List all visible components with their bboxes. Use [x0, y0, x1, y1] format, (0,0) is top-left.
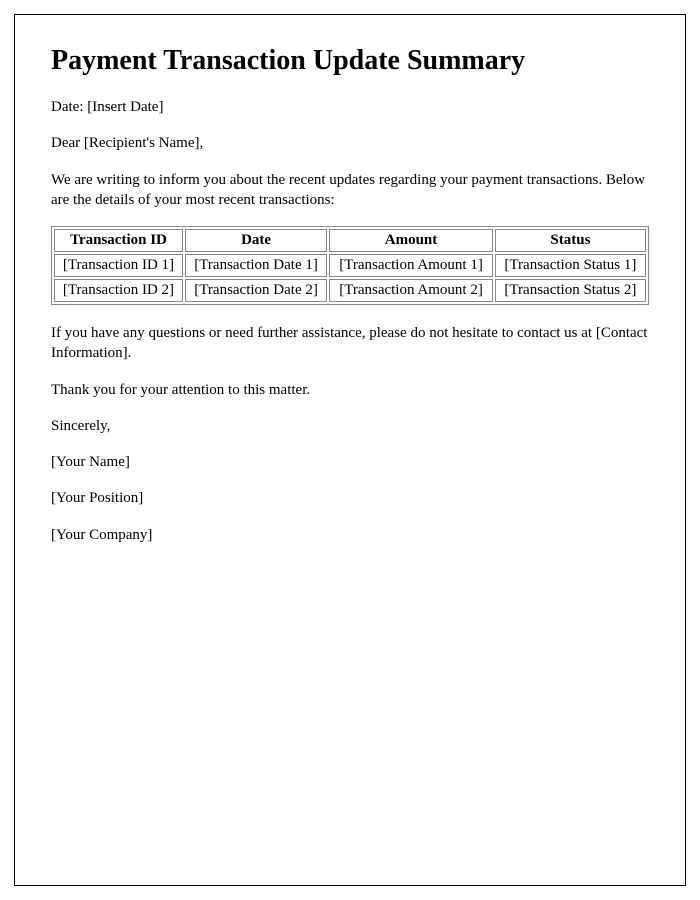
header-date: Date	[185, 229, 327, 252]
header-transaction-id: Transaction ID	[54, 229, 183, 252]
signature-position: [Your Position]	[51, 488, 649, 508]
contact-paragraph: If you have any questions or need furthe…	[51, 323, 649, 364]
salutation: Dear [Recipient's Name],	[51, 133, 649, 153]
intro-paragraph: We are writing to inform you about the r…	[51, 170, 649, 211]
cell-status: [Transaction Status 1]	[495, 254, 646, 277]
header-amount: Amount	[329, 229, 493, 252]
signature-name: [Your Name]	[51, 452, 649, 472]
transaction-table: Transaction ID Date Amount Status [Trans…	[51, 226, 649, 305]
document-page: Payment Transaction Update Summary Date:…	[14, 14, 686, 886]
table-row: [Transaction ID 2] [Transaction Date 2] …	[54, 279, 646, 302]
cell-date: [Transaction Date 1]	[185, 254, 327, 277]
cell-transaction-id: [Transaction ID 1]	[54, 254, 183, 277]
cell-amount: [Transaction Amount 2]	[329, 279, 493, 302]
table-row: [Transaction ID 1] [Transaction Date 1] …	[54, 254, 646, 277]
cell-date: [Transaction Date 2]	[185, 279, 327, 302]
signature-company: [Your Company]	[51, 525, 649, 545]
header-status: Status	[495, 229, 646, 252]
cell-transaction-id: [Transaction ID 2]	[54, 279, 183, 302]
cell-amount: [Transaction Amount 1]	[329, 254, 493, 277]
closing: Sincerely,	[51, 416, 649, 436]
page-title: Payment Transaction Update Summary	[51, 45, 649, 77]
date-line: Date: [Insert Date]	[51, 97, 649, 117]
table-header-row: Transaction ID Date Amount Status	[54, 229, 646, 252]
thanks-paragraph: Thank you for your attention to this mat…	[51, 380, 649, 400]
cell-status: [Transaction Status 2]	[495, 279, 646, 302]
